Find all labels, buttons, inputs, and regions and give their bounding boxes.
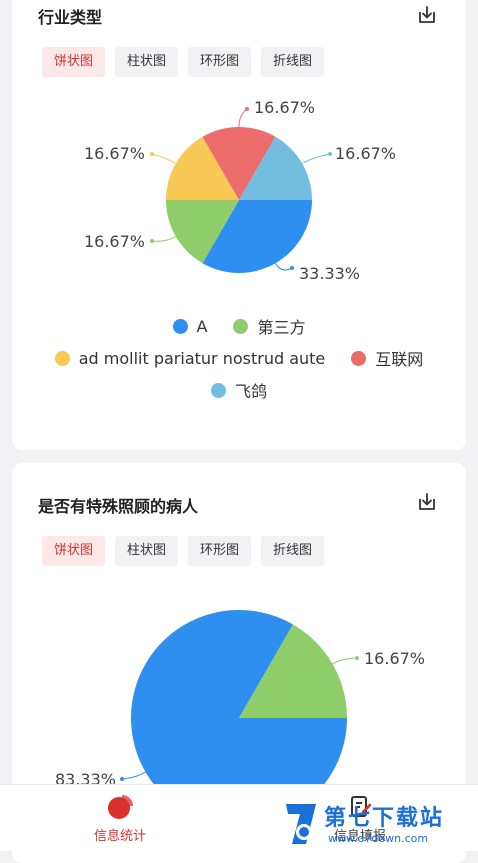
label-leader-line [332,657,358,665]
site-watermark: 第七下载站 www.d7down.com [282,798,478,850]
slice-percent-label: 16.67% [84,232,145,251]
watermark-logo-icon [286,804,316,844]
label-leader-line [151,153,177,164]
slice-percent-label: 16.67% [335,144,396,163]
legend-item-third-party[interactable]: 第三方 [233,314,305,338]
label-leader-line [301,153,331,164]
label-dot [150,152,154,156]
legend-label: 第三方 [257,318,306,337]
special-care-pie-chart: 83.33% 16.67% [55,610,425,784]
legend-label: ad mollit pariatur nostrud aute [78,348,326,368]
label-leader-line [275,262,293,271]
card-title: 是否有特殊照顾的病人 [38,497,199,516]
legend-row-1: A 第三方 [0,314,478,338]
slice-percent-label: 16.67% [84,144,145,163]
label-leader-line [121,771,146,780]
legend-dot [351,350,367,366]
legend-label: 互联网 [375,350,424,369]
label-dot [245,107,249,111]
slice-percent-label: 83.33% [55,770,116,784]
label-dot [328,152,332,156]
legend-dot [210,382,226,398]
legend-item-internet[interactable]: 互联网 [351,346,423,370]
label-dot [150,239,154,243]
legend-item-ad[interactable]: ad mollit pariatur nostrud aute [54,346,326,370]
legend-label: A [196,316,208,336]
legend-item-feige[interactable]: 飞鸽 [210,378,267,402]
download-icon[interactable] [416,491,438,513]
nav-info-stats[interactable]: 信息统计 [60,793,180,844]
legend-row-3: 飞鸽 [0,378,478,402]
label-dot [120,777,124,781]
slice-percent-label: 16.67% [254,98,315,117]
label-dot [355,656,359,660]
legend-dot [233,318,249,334]
watermark-url: www.d7down.com [328,832,429,845]
pie-chart-icon [108,795,133,819]
watermark-text: 第七下载站 [324,806,445,831]
industry-pie-chart: 33.33% 16.67% 16.67% 16.67% 16.67% [84,98,396,283]
legend-item-a[interactable]: A [172,314,208,338]
label-leader-line [238,108,248,128]
slice-percent-label: 16.67% [364,649,425,668]
legend-row-2: ad mollit pariatur nostrud aute 互联网 [0,346,478,370]
legend-label: 飞鸽 [234,382,267,401]
legend-dot [54,350,70,366]
label-leader-line [151,236,177,242]
legend-dot [172,318,188,334]
nav-label: 信息统计 [93,829,146,844]
slice-percent-label: 33.33% [299,264,360,283]
label-dot [290,266,294,270]
